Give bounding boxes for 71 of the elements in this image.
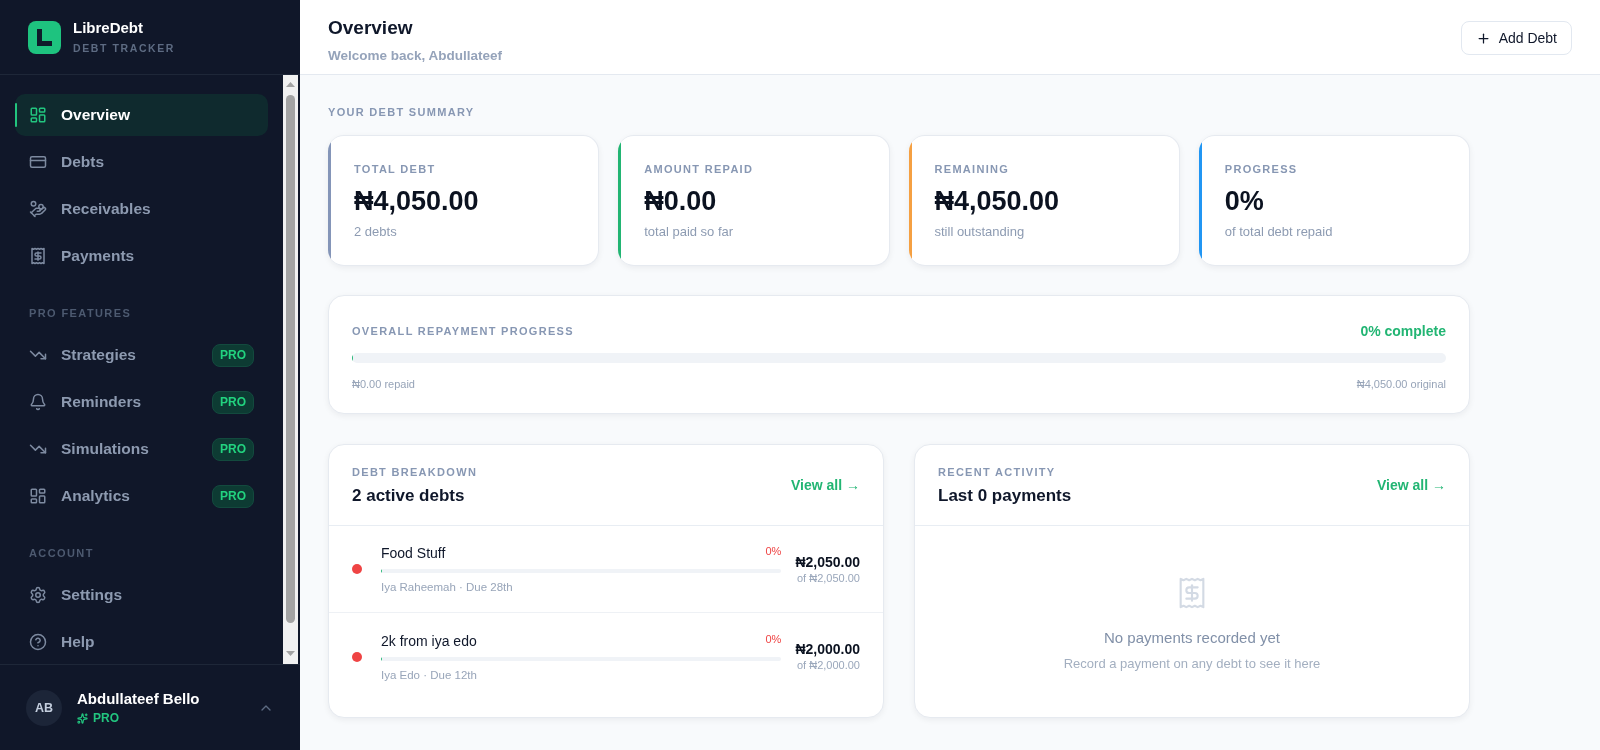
- debt-amount: ₦2,000.00: [795, 641, 860, 658]
- nav-item[interactable]: Help: [15, 621, 268, 663]
- bell-icon: [29, 393, 47, 411]
- stat-note: still outstanding: [934, 224, 1025, 240]
- page-subtitle: Welcome back, Abdullateef: [328, 47, 503, 65]
- plan-label: PRO: [77, 711, 119, 725]
- stat-value: ₦4,050.00: [934, 185, 1060, 217]
- plus-icon: [1475, 30, 1491, 46]
- debt-amount: ₦2,050.00: [795, 553, 860, 571]
- card-icon: [29, 153, 47, 171]
- hand-coins-icon: [29, 200, 47, 218]
- debt-original-amount: of ₦2,000.00: [797, 658, 860, 672]
- section-title: YOUR DEBT SUMMARY: [328, 105, 475, 119]
- empty-title: No payments recorded yet: [1104, 628, 1280, 648]
- debt-percent: 0%: [765, 631, 782, 646]
- scrollbar-thumb[interactable]: [286, 95, 295, 623]
- nav-item[interactable]: Overview: [15, 94, 268, 136]
- stat-label: TOTAL DEBT: [354, 162, 436, 176]
- pro-badge: PRO: [212, 484, 254, 508]
- nav-item[interactable]: Analytics PRO: [15, 475, 268, 517]
- caret-down-icon[interactable]: [286, 651, 295, 656]
- debt-name: 2k from iya edo: [381, 631, 477, 650]
- panel-label: RECENT ACTIVITY: [938, 464, 1056, 479]
- stat-label: REMAINING: [934, 162, 1010, 176]
- dashboard-icon: [29, 106, 47, 124]
- panel-title: Last 0 payments: [938, 484, 1072, 507]
- panel-label: DEBT BREAKDOWN: [352, 464, 478, 479]
- user-name: Abdullateef Bello: [77, 690, 200, 708]
- debt-original-amount: of ₦2,050.00: [797, 570, 860, 585]
- debt-percent: 0%: [765, 544, 782, 558]
- pro-badge: PRO: [212, 390, 254, 414]
- stat-value: ₦4,050.00: [354, 185, 479, 217]
- nav-item[interactable]: Debts: [15, 141, 268, 183]
- nav-section-title: ACCOUNT: [29, 546, 94, 560]
- stat-value: ₦0.00: [644, 185, 717, 217]
- user-avatar: AB: [26, 689, 62, 726]
- nav-item[interactable]: Receivables: [15, 188, 268, 230]
- repaid-note: ₦0.00 repaid: [352, 377, 415, 391]
- page-title: Overview: [328, 16, 413, 40]
- stat-note: total paid so far: [644, 224, 734, 240]
- pro-badge: PRO: [212, 343, 254, 367]
- nav-item[interactable]: Payments: [15, 235, 268, 277]
- nav-item[interactable]: Simulations PRO: [15, 428, 268, 470]
- panel-title: 2 active debts: [352, 484, 465, 507]
- nav-item[interactable]: Strategies PRO: [15, 334, 268, 376]
- help-icon: [29, 633, 47, 651]
- add-debt-button[interactable]: Add Debt: [1460, 21, 1572, 55]
- stat-value: 0%: [1224, 185, 1264, 217]
- nav-item[interactable]: Reminders PRO: [15, 381, 268, 423]
- stat-label: PROGRESS: [1224, 162, 1298, 176]
- dashboard-icon: [29, 487, 47, 505]
- progress-title: OVERALL REPAYMENT PROGRESS: [352, 324, 574, 338]
- logo-icon: [28, 20, 61, 54]
- nav-section-title: PRO FEATURES: [29, 306, 132, 320]
- brand-tagline: DEBT TRACKER: [73, 42, 176, 55]
- debt-name: Food Stuff: [381, 544, 446, 562]
- empty-text: Record a payment on any debt to see it here: [1063, 656, 1321, 672]
- brand-name: LibreDebt: [73, 19, 143, 37]
- debt-meta: Iya Raheemah · Due 28th: [381, 580, 513, 594]
- caret-up-icon[interactable]: [286, 82, 295, 87]
- stat-note: 2 debts: [354, 224, 397, 240]
- stat-label: AMOUNT REPAID: [644, 162, 754, 176]
- nav-item[interactable]: Settings: [15, 574, 268, 616]
- sparkle-icon: [77, 712, 88, 724]
- pro-badge: PRO: [212, 437, 254, 461]
- original-note: ₦4,050.00 original: [1356, 377, 1446, 391]
- settings-icon: [29, 586, 47, 604]
- receipt-icon: [29, 247, 47, 265]
- debt-meta: Iya Edo · Due 12th: [381, 667, 477, 682]
- progress-reading: 0% complete: [1360, 322, 1446, 340]
- stat-note: of total debt repaid: [1224, 224, 1333, 240]
